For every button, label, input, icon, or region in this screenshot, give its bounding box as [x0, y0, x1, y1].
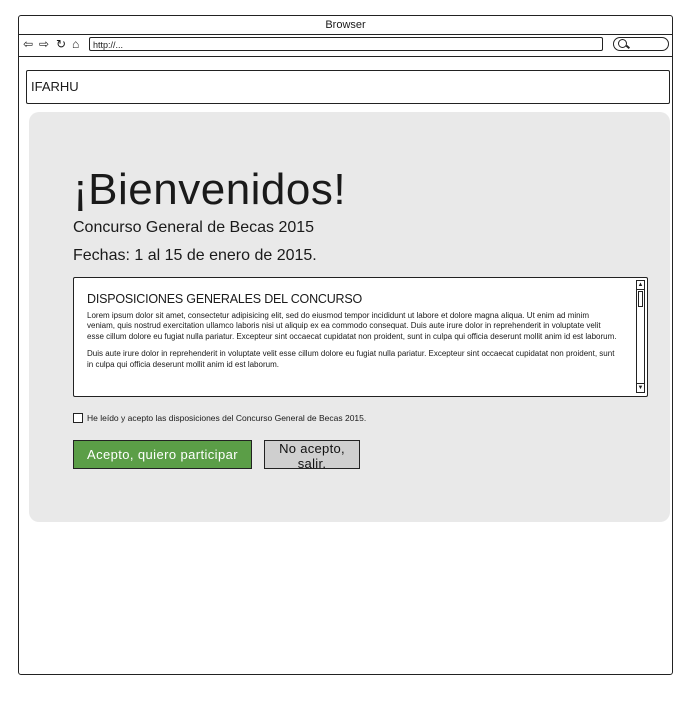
terms-paragraph: Lorem ipsum dolor sit amet, consectetur … — [87, 311, 617, 341]
contest-dates: Fechas: 1 al 15 de enero de 2015. — [73, 247, 317, 264]
scroll-thumb[interactable] — [638, 291, 643, 307]
terms-scrollbar[interactable]: ▲ ▼ — [636, 280, 645, 393]
decline-button[interactable]: No acepto, salir. — [264, 440, 360, 471]
search-icon — [618, 39, 627, 48]
browser-window: Browser ⇦ ⇨ ↻ ⌂ http://... IFARHU ¡Bienv… — [18, 15, 673, 675]
accept-terms-checkbox[interactable] — [73, 412, 83, 423]
site-header: IFARHU — [26, 70, 670, 104]
accept-button[interactable]: Acepto, quiero participar — [73, 440, 252, 469]
accept-terms-label[interactable]: He leído y acepto las disposiciones del … — [87, 413, 366, 423]
welcome-heading: ¡Bienvenidos! — [73, 165, 347, 214]
browser-search-input[interactable] — [613, 37, 669, 51]
welcome-panel: ¡Bienvenidos! Concurso General de Becas … — [29, 112, 670, 522]
window-title: Browser — [19, 16, 672, 35]
url-input[interactable]: http://... — [89, 37, 603, 51]
scroll-up-icon[interactable]: ▲ — [637, 281, 644, 290]
reload-icon[interactable]: ↻ — [56, 37, 66, 51]
accept-terms-row[interactable]: He leído y acepto las disposiciones del … — [73, 412, 366, 423]
brand-name: IFARHU — [31, 79, 79, 94]
terms-text: Lorem ipsum dolor sit amet, consectetur … — [87, 311, 617, 377]
terms-paragraph: Duis aute irure dolor in reprehenderit i… — [87, 349, 615, 369]
terms-box[interactable]: DISPOSICIONES GENERALES DEL CONCURSO Lor… — [73, 277, 648, 397]
scroll-down-icon[interactable]: ▼ — [637, 383, 644, 392]
back-arrow-icon[interactable]: ⇦ — [23, 37, 33, 51]
forward-arrow-icon[interactable]: ⇨ — [39, 37, 49, 51]
contest-subtitle: Concurso General de Becas 2015 — [73, 219, 315, 236]
terms-title: DISPOSICIONES GENERALES DEL CONCURSO — [87, 292, 363, 306]
address-bar: ⇦ ⇨ ↻ ⌂ http://... — [19, 34, 672, 57]
home-icon[interactable]: ⌂ — [72, 37, 79, 51]
